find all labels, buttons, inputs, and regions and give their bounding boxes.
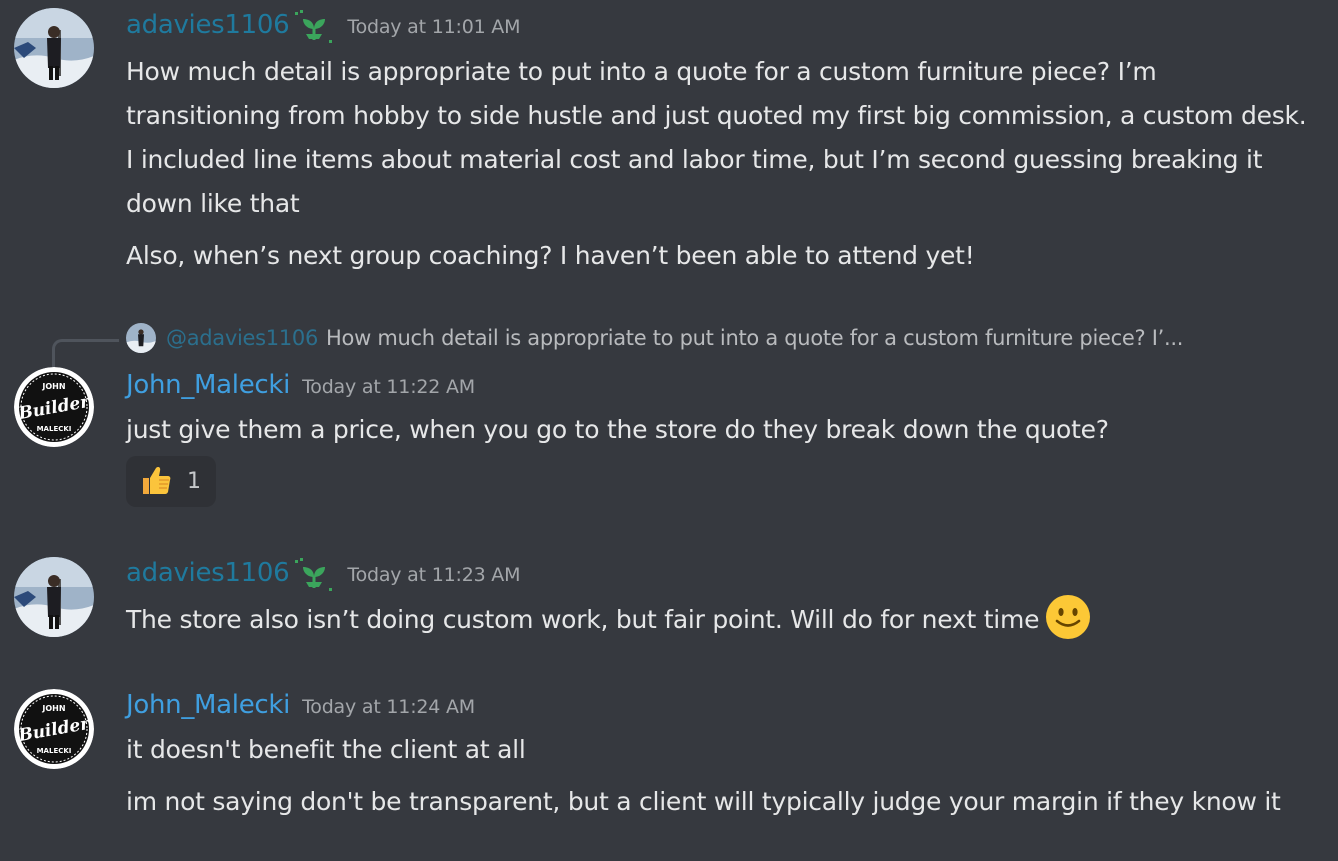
message-header: adavies1106 Today at 11:23 AM bbox=[126, 558, 521, 594]
logo-bottom-text: MALECKI bbox=[37, 425, 72, 433]
message-paragraph: The store also isn’t doing custom work, … bbox=[126, 595, 1316, 644]
user-avatar-adavies[interactable] bbox=[14, 557, 94, 637]
logo-bottom-text: MALECKI bbox=[37, 747, 72, 755]
username[interactable]: John_Malecki bbox=[126, 690, 290, 720]
reply-preview[interactable]: How much detail is appropriate to put in… bbox=[326, 326, 1183, 350]
reply-avatar bbox=[126, 323, 156, 353]
thumbs-up-icon bbox=[139, 463, 173, 501]
reply-connector bbox=[52, 339, 119, 370]
user-avatar-adavies[interactable] bbox=[14, 8, 94, 88]
reaction-button[interactable]: 1 bbox=[126, 456, 216, 507]
username[interactable]: adavies1106 bbox=[126, 558, 290, 588]
message-timestamp[interactable]: Today at 11:22 AM bbox=[302, 376, 475, 398]
slightly-smiling-face-icon bbox=[1045, 594, 1091, 640]
seedling-icon bbox=[295, 10, 335, 46]
message-content: How much detail is appropriate to put in… bbox=[126, 50, 1316, 278]
message-header: John_Malecki Today at 11:24 AM bbox=[126, 690, 475, 720]
chat-message-list: adavies1106 Today at 11:01 AM How much d… bbox=[0, 0, 1338, 861]
message-paragraph: Also, when’s next group coaching? I have… bbox=[126, 241, 975, 270]
username[interactable]: John_Malecki bbox=[126, 370, 290, 400]
seedling-icon bbox=[295, 558, 335, 594]
user-avatar-john[interactable]: JOHN Builder MALECKI bbox=[14, 367, 94, 447]
message-paragraph: im not saying don't be transparent, but … bbox=[126, 787, 1281, 816]
message-paragraph: it doesn't benefit the client at all bbox=[126, 735, 526, 764]
logo-top-text: JOHN bbox=[41, 704, 65, 713]
reply-reference[interactable]: @adavies1106 How much detail is appropri… bbox=[126, 322, 1183, 354]
logo-top-text: JOHN bbox=[41, 382, 65, 391]
message-paragraph: just give them a price, when you go to t… bbox=[126, 415, 1109, 444]
message-timestamp[interactable]: Today at 11:23 AM bbox=[347, 564, 520, 586]
message-timestamp[interactable]: Today at 11:24 AM bbox=[302, 696, 475, 718]
message-header: John_Malecki Today at 11:22 AM bbox=[126, 370, 475, 400]
username[interactable]: adavies1106 bbox=[126, 10, 290, 40]
user-avatar-john[interactable]: JOHN Builder MALECKI bbox=[14, 689, 94, 769]
message-content: just give them a price, when you go to t… bbox=[126, 408, 1316, 452]
message-text: The store also isn’t doing custom work, … bbox=[126, 605, 1040, 634]
message-timestamp[interactable]: Today at 11:01 AM bbox=[347, 16, 520, 38]
message-paragraph: How much detail is appropriate to put in… bbox=[126, 57, 1307, 218]
reply-mention[interactable]: @adavies1106 bbox=[166, 326, 318, 350]
message-content: it doesn't benefit the client at all im … bbox=[126, 728, 1316, 824]
message-header: adavies1106 Today at 11:01 AM bbox=[126, 10, 521, 46]
reaction-count: 1 bbox=[187, 469, 201, 494]
message-content: The store also isn’t doing custom work, … bbox=[126, 595, 1316, 644]
